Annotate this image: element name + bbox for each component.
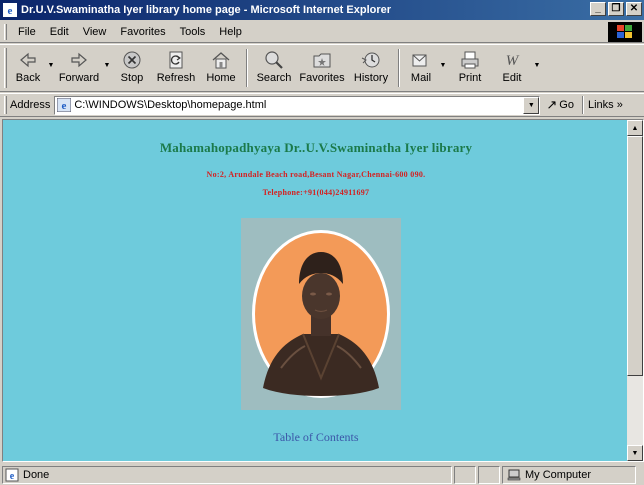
title-bar[interactable]: e Dr.U.V.Swaminatha Iyer library home pa… [0,0,644,20]
menu-view[interactable]: View [76,26,114,38]
address-dropdown[interactable]: ▼ [523,96,540,114]
status-bar: e Done My Computer [0,465,644,485]
scroll-up-button[interactable]: ▲ [627,120,643,136]
favorites-label: Favorites [299,72,345,84]
menu-tools[interactable]: Tools [173,26,213,38]
stop-button[interactable]: Stop [112,45,152,91]
links-button[interactable]: Links » [588,99,623,111]
status-zone-pane: My Computer [502,466,636,484]
ie-icon: e [57,98,72,112]
page-heading: Mahamahopadhyaya Dr..U.V.Swaminatha Iyer… [159,140,473,155]
edit-dropdown[interactable]: ▼ [532,45,542,91]
menu-bar: File Edit View Favorites Tools Help [0,21,644,43]
edit-label: Edit [502,72,522,84]
back-dropdown[interactable]: ▼ [46,45,56,91]
status-main-pane: e Done [2,466,452,484]
go-button[interactable]: ↗ Go [546,97,574,113]
edit-icon: W [506,53,520,69]
go-label: Go [559,99,574,111]
home-button[interactable]: Home [200,45,242,91]
address-grip[interactable] [4,96,7,114]
print-label: Print [458,72,482,84]
refresh-icon [169,51,183,69]
standard-toolbar: Back ▼ Forward ▼ Stop Refresh Home Searc… [0,44,644,92]
mail-button[interactable]: Mail [404,45,438,91]
svg-text:e: e [10,471,15,482]
close-button[interactable]: ✕ [626,2,642,16]
menu-grip[interactable] [4,23,7,40]
mail-dropdown[interactable]: ▼ [438,45,448,91]
scroll-thumb[interactable] [627,136,643,376]
refresh-label: Refresh [156,72,196,84]
window-title: Dr.U.V.Swaminatha Iyer library home page… [21,4,392,16]
content-frame: Mahamahopadhyaya Dr..U.V.Swaminatha Iyer… [2,119,644,462]
maximize-button[interactable]: ❐ [608,2,624,16]
toolbar-separator [246,49,248,87]
computer-icon [507,469,521,481]
portrait-image [241,218,401,410]
search-icon [265,51,283,69]
toolbar-separator [398,49,400,87]
address-bar: Address e C:\WINDOWS\Desktop\homepage.ht… [0,93,644,117]
stop-label: Stop [120,72,144,84]
svg-text:W: W [506,53,520,69]
table-of-contents-link[interactable]: Table of Contents [3,430,629,445]
back-arrow-icon [20,52,36,68]
toolbar-grip[interactable] [4,48,7,88]
svg-text:e: e [8,5,13,17]
edit-button[interactable]: W Edit [492,45,532,91]
mail-icon [412,54,427,67]
forward-dropdown[interactable]: ▼ [102,45,112,91]
history-icon [361,52,380,68]
home-label: Home [206,72,236,84]
stop-icon [123,51,141,69]
go-arrow-icon: ↗ [546,97,558,112]
menu-edit[interactable]: Edit [43,26,76,38]
status-pane-1 [454,466,476,484]
favorites-icon [313,53,331,68]
home-icon [212,52,230,69]
mail-label: Mail [410,72,432,84]
library-address: No:2, Arundale Beach road,Besant Nagar,C… [206,170,426,179]
status-zone: My Computer [525,469,592,481]
minimize-button[interactable]: _ [590,2,606,16]
forward-arrow-icon [71,52,87,68]
forward-button[interactable]: Forward [56,45,102,91]
address-label: Address [10,99,51,111]
scroll-down-button[interactable]: ▼ [627,445,643,461]
address-url: C:\WINDOWS\Desktop\homepage.html [74,99,267,111]
refresh-button[interactable]: Refresh [152,45,200,91]
menu-help[interactable]: Help [212,26,249,38]
links-separator [581,96,584,114]
menu-file[interactable]: File [11,26,43,38]
search-label: Search [256,72,292,84]
history-button[interactable]: History [348,45,394,91]
back-button[interactable]: Back [10,45,46,91]
print-button[interactable]: Print [448,45,492,91]
vertical-scrollbar[interactable]: ▲ ▼ [627,120,643,461]
ie-page-icon: e [5,468,19,482]
search-button[interactable]: Search [252,45,296,91]
address-input[interactable]: e C:\WINDOWS\Desktop\homepage.html ▼ [54,95,541,115]
ie-icon: e [3,3,17,17]
status-pane-2 [478,466,500,484]
history-label: History [353,72,389,84]
print-icon [461,51,479,69]
page-content: Mahamahopadhyaya Dr..U.V.Swaminatha Iyer… [3,120,629,461]
svg-text:e: e [62,100,67,112]
windows-logo-icon [608,22,642,42]
menu-favorites[interactable]: Favorites [113,26,172,38]
library-telephone: Telephone:+91(044)24911697 [262,188,370,197]
forward-label: Forward [58,72,100,84]
favorites-button[interactable]: Favorites [296,45,348,91]
status-text: Done [23,469,50,481]
back-label: Back [15,72,41,84]
